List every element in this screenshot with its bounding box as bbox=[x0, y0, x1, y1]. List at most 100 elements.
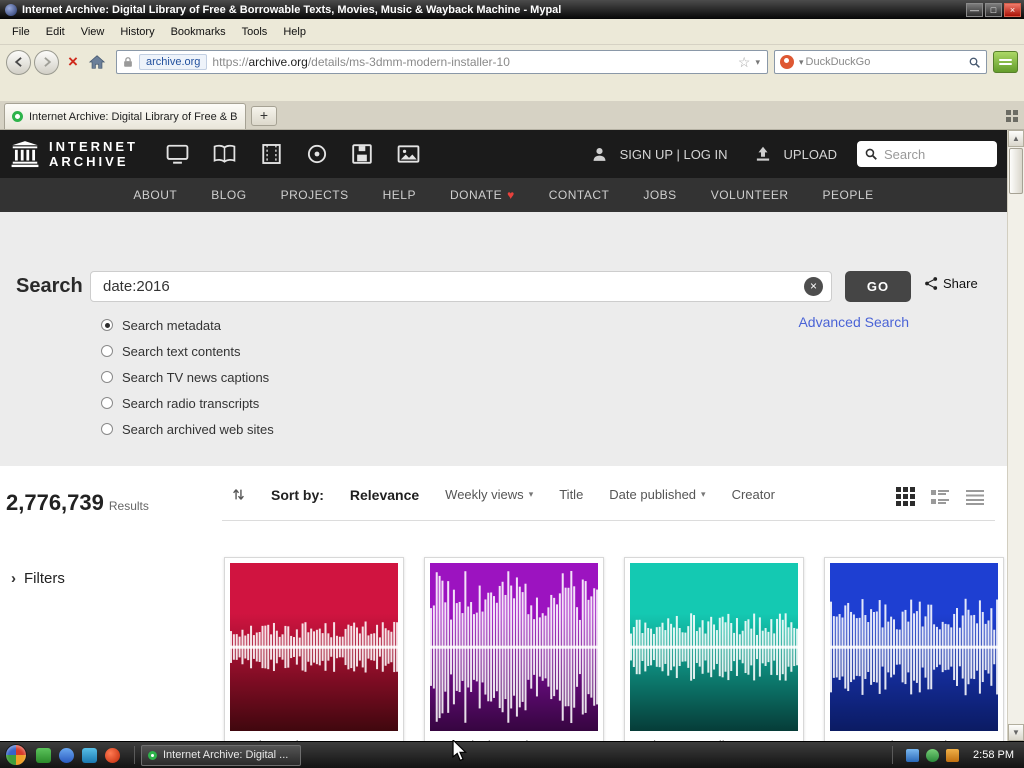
sort-creator[interactable]: Creator bbox=[732, 487, 775, 502]
quick-launch-icon-2[interactable] bbox=[59, 747, 74, 763]
extension-button[interactable] bbox=[993, 51, 1018, 73]
url-bar[interactable]: archive.org https://archive.org/details/… bbox=[116, 50, 768, 74]
nav-people[interactable]: PEOPLE bbox=[823, 188, 874, 202]
new-tab-button[interactable]: + bbox=[251, 106, 277, 126]
search-option-tv-captions[interactable]: Search TV news captions bbox=[101, 364, 274, 390]
quick-launch-icon-1[interactable] bbox=[36, 747, 51, 763]
back-button[interactable] bbox=[6, 49, 31, 75]
menu-tools[interactable]: Tools bbox=[234, 22, 276, 42]
nav-blog[interactable]: BLOG bbox=[211, 188, 246, 202]
search-engine-dropdown-icon[interactable]: ▾ bbox=[799, 57, 804, 68]
start-button[interactable] bbox=[5, 744, 27, 766]
menu-help[interactable]: Help bbox=[275, 22, 314, 42]
sort-date-published[interactable]: Date published ▾ bbox=[609, 487, 705, 502]
home-button[interactable] bbox=[84, 50, 110, 74]
tile-thumbnail[interactable] bbox=[430, 563, 598, 731]
grid-view-icon[interactable] bbox=[896, 487, 915, 506]
sort-by-label: Sort by: bbox=[271, 486, 324, 503]
menu-bookmarks[interactable]: Bookmarks bbox=[163, 22, 234, 42]
stop-button[interactable]: × bbox=[62, 51, 84, 73]
search-option-text-contents[interactable]: Search text contents bbox=[101, 338, 274, 364]
images-icon[interactable] bbox=[395, 143, 422, 165]
taskbar: Internet Archive: Digital ... 2:58 PM bbox=[0, 741, 1024, 768]
active-tab[interactable]: Internet Archive: Digital Library of Fre… bbox=[4, 103, 246, 129]
result-tile[interactable]: 0028 Carglas Autoglas bbox=[824, 557, 1004, 741]
share-button[interactable]: Share bbox=[924, 276, 978, 291]
title-bar[interactable]: Internet Archive: Digital Library of Fre… bbox=[0, 0, 1024, 19]
sort-weekly-views[interactable]: Weekly views ▾ bbox=[445, 487, 533, 502]
search-option-web-sites[interactable]: Search archived web sites bbox=[101, 416, 274, 442]
share-icon bbox=[925, 277, 938, 290]
sort-direction-icon[interactable] bbox=[232, 486, 245, 503]
menu-edit[interactable]: Edit bbox=[38, 22, 73, 42]
result-tile[interactable]: Passion Points - Your bbox=[224, 557, 404, 741]
ia-header-right: SIGN UP | LOG IN UPLOAD bbox=[591, 141, 997, 167]
nav-jobs[interactable]: JOBS bbox=[643, 188, 676, 202]
radio-icon[interactable] bbox=[101, 397, 113, 409]
ia-logo[interactable]: INTERNET ARCHIVE bbox=[10, 139, 138, 169]
tile-thumbnail[interactable] bbox=[830, 563, 998, 731]
nav-volunteer[interactable]: VOLUNTEER bbox=[711, 188, 789, 202]
radio-icon[interactable] bbox=[101, 423, 113, 435]
maximize-button[interactable]: □ bbox=[985, 2, 1002, 17]
forward-button[interactable] bbox=[34, 49, 59, 75]
sort-relevance[interactable]: Relevance bbox=[350, 487, 419, 503]
nav-projects[interactable]: PROJECTS bbox=[281, 188, 349, 202]
tray-icon-3[interactable] bbox=[946, 748, 960, 762]
upload-link[interactable]: UPLOAD bbox=[784, 147, 837, 162]
close-button[interactable]: × bbox=[1004, 2, 1021, 17]
scroll-up-icon[interactable]: ▲ bbox=[1008, 130, 1024, 147]
clear-search-icon[interactable]: × bbox=[804, 277, 823, 296]
software-icon[interactable] bbox=[349, 143, 375, 165]
taskbar-clock: 2:58 PM bbox=[973, 749, 1014, 761]
video-icon[interactable] bbox=[164, 143, 191, 165]
minimize-button[interactable]: — bbox=[966, 2, 983, 17]
radio-icon[interactable] bbox=[101, 345, 113, 357]
quick-launch bbox=[36, 747, 120, 763]
audio-icon[interactable] bbox=[305, 143, 329, 165]
ia-search-box[interactable] bbox=[857, 141, 997, 167]
search-option-metadata[interactable]: Search metadata bbox=[101, 312, 274, 338]
tab-groups-icon[interactable] bbox=[1006, 110, 1018, 122]
search-option-radio-transcripts[interactable]: Search radio transcripts bbox=[101, 390, 274, 416]
radio-icon[interactable] bbox=[101, 319, 113, 331]
sort-title[interactable]: Title bbox=[559, 487, 583, 502]
nav-contact[interactable]: CONTACT bbox=[549, 188, 610, 202]
quick-launch-icon-4[interactable] bbox=[105, 747, 120, 763]
menu-view[interactable]: View bbox=[73, 22, 113, 42]
site-search-input[interactable] bbox=[90, 271, 832, 302]
scrollbar-thumb[interactable] bbox=[1009, 148, 1023, 194]
vertical-scrollbar[interactable]: ▲ ▼ bbox=[1007, 130, 1024, 741]
compact-view-icon[interactable] bbox=[965, 489, 985, 505]
menu-file[interactable]: File bbox=[4, 22, 38, 42]
tray-icon-1[interactable] bbox=[906, 748, 920, 762]
url-dropdown-icon[interactable]: ▾ bbox=[755, 57, 760, 68]
radio-icon[interactable] bbox=[101, 371, 113, 383]
movies-icon[interactable] bbox=[258, 143, 285, 165]
search-icon[interactable] bbox=[968, 56, 981, 69]
list-view-icon[interactable] bbox=[930, 488, 950, 506]
ia-search-input[interactable] bbox=[884, 146, 974, 162]
web-search-box[interactable]: ▾ DuckDuckGo bbox=[774, 50, 987, 74]
bookmark-star-icon[interactable]: ☆ bbox=[738, 54, 751, 71]
scroll-down-icon[interactable]: ▼ bbox=[1008, 724, 1024, 741]
url-text[interactable]: https://archive.org/details/ms-3dmm-mode… bbox=[212, 55, 734, 69]
texts-icon[interactable] bbox=[211, 143, 238, 165]
site-identity-badge[interactable]: archive.org bbox=[139, 54, 208, 70]
tile-thumbnail[interactable] bbox=[630, 563, 798, 731]
menu-history[interactable]: History bbox=[112, 22, 162, 42]
quick-launch-icon-3[interactable] bbox=[82, 747, 97, 763]
nav-help[interactable]: HELP bbox=[383, 188, 416, 202]
tile-thumbnail[interactable] bbox=[230, 563, 398, 731]
tray-icon-2[interactable] bbox=[926, 748, 940, 762]
result-tile[interactable]: 000 Polyglot Podcast bbox=[424, 557, 604, 741]
nav-about[interactable]: ABOUT bbox=[133, 188, 177, 202]
nav-donate[interactable]: DONATE ♥ bbox=[450, 188, 515, 202]
task-favicon bbox=[148, 750, 157, 760]
filters-toggle[interactable]: › Filters bbox=[11, 570, 65, 587]
task-button[interactable]: Internet Archive: Digital ... bbox=[141, 744, 301, 766]
result-tile[interactable]: Resistance Radio #001: bbox=[624, 557, 804, 741]
advanced-search-link[interactable]: Advanced Search bbox=[798, 314, 909, 330]
signup-login-link[interactable]: SIGN UP | LOG IN bbox=[620, 147, 728, 162]
go-button[interactable]: GO bbox=[845, 271, 911, 302]
